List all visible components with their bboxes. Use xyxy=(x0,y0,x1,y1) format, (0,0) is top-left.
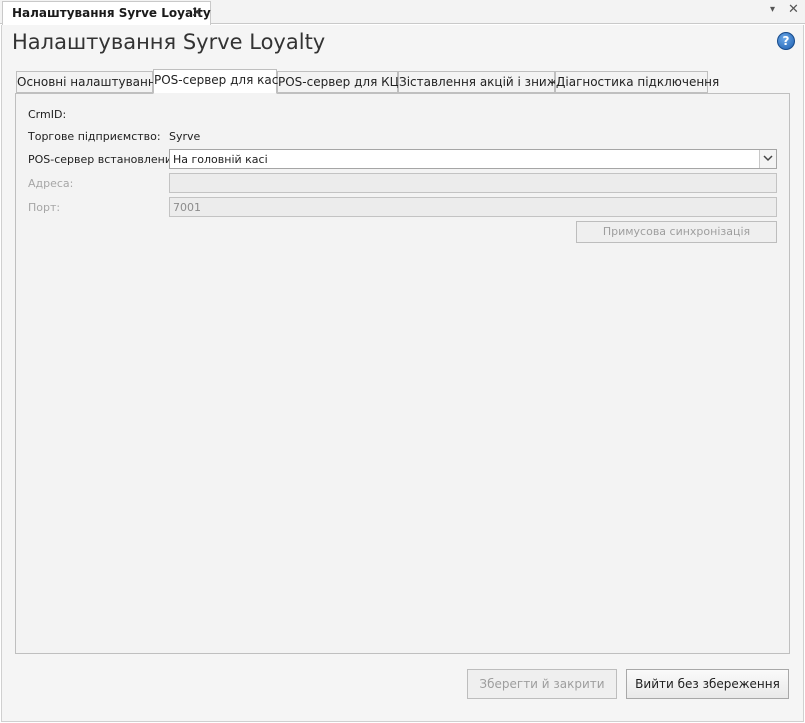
pos-server-label: POS-сервер встановлений: xyxy=(28,153,183,166)
port-field[interactable]: 7001 xyxy=(169,197,777,217)
tab-pos-server-cc[interactable]: POS-сервер для КЦ xyxy=(277,71,399,93)
address-label: Адреса: xyxy=(28,177,74,190)
pos-server-select[interactable]: На головній касі xyxy=(169,149,777,169)
port-label: Порт: xyxy=(28,201,61,214)
crmid-label: CrmID: xyxy=(28,108,67,121)
close-window-icon[interactable]: ✕ xyxy=(788,2,799,17)
force-sync-button[interactable]: Примусова синхронізація xyxy=(576,221,777,243)
pos-server-select-value: На головній касі xyxy=(173,153,268,166)
document-tab-label: Налаштування Syrve Loyalty xyxy=(12,6,211,20)
save-and-close-button[interactable]: Зберегти й закрити xyxy=(467,669,617,699)
exit-without-saving-button[interactable]: Вийти без збереження xyxy=(626,669,789,699)
address-field[interactable] xyxy=(169,173,777,193)
page-title: Налаштування Syrve Loyalty xyxy=(12,30,326,54)
document-tabstrip: Налаштування Syrve Loyalty ✕ ▾ ✕ xyxy=(0,0,805,25)
tab-promo-mapping[interactable]: Зіставлення акцій і знижок xyxy=(398,71,572,93)
tab-list-dropdown-icon[interactable]: ▾ xyxy=(770,4,775,15)
enterprise-label: Торгове підприємство: xyxy=(28,130,161,143)
close-tab-icon[interactable]: ✕ xyxy=(191,5,203,21)
enterprise-value: Syrve xyxy=(169,130,201,143)
help-icon[interactable]: ? xyxy=(777,32,795,50)
port-field-value: 7001 xyxy=(173,201,201,214)
tab-connection-diagnostics[interactable]: Діагностика підключення xyxy=(555,71,719,93)
document-tab[interactable]: Налаштування Syrve Loyalty ✕ xyxy=(2,1,211,25)
chevron-down-icon[interactable] xyxy=(759,150,776,168)
tab-main-settings[interactable]: Основні налаштування xyxy=(16,71,163,93)
tab-pos-server-cash[interactable]: POS-сервер для кас xyxy=(153,69,278,94)
